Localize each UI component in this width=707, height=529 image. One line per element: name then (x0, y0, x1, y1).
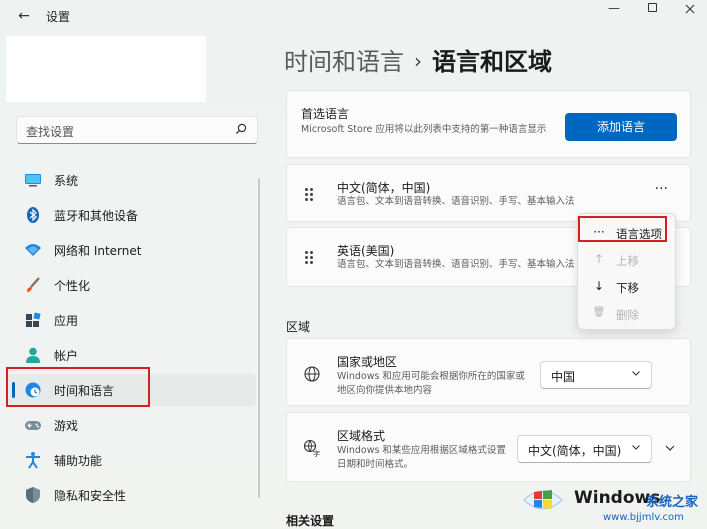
svg-text:字: 字 (313, 449, 320, 457)
sidebar-scrollbar[interactable] (258, 178, 260, 498)
profile-card[interactable] (6, 36, 206, 102)
expand-chevron-icon[interactable] (664, 443, 676, 453)
brush-icon (27, 277, 40, 292)
regional-format-dropdown-value: 中文(简体，中国) (528, 444, 622, 458)
regional-format-card[interactable]: 字 区域格式 Windows 和某些应用根据区域格式设置日期和时间格式。 中文(… (286, 412, 691, 482)
breadcrumb: 时间和语言 › 语言和区域 (284, 42, 552, 77)
region-section-label: 区域 (286, 320, 311, 334)
country-region-title: 国家或地区 (337, 355, 398, 369)
watermark: Windows 系统之家 www.bjjmlv.com (510, 474, 707, 529)
sidebar-item-apps[interactable]: 应用 (6, 304, 256, 336)
system-icon (25, 174, 41, 187)
regional-format-icon: 字 (303, 439, 320, 457)
country-region-description: Windows 和应用可能会根据你所在的国家或地区向你提供本地内容 (337, 371, 525, 396)
regional-format-description: Windows 和某些应用根据区域格式设置日期和时间格式。 (337, 445, 506, 470)
language-features: 语言包、文本到语音转换、语音识别、手写、基本输入法 (337, 196, 575, 207)
search-input[interactable]: 查找设置 (26, 123, 74, 140)
regional-format-dropdown[interactable]: 中文(简体，中国) (517, 435, 652, 463)
sidebar-item-label: 个性化 (54, 279, 91, 293)
sidebar-item-label: 系统 (54, 174, 79, 188)
drag-handle-icon[interactable] (305, 188, 313, 202)
language-name: 中文(简体，中国) (337, 181, 431, 195)
back-button[interactable]: ← (14, 6, 34, 26)
sidebar-item-label: 隐私和安全性 (54, 489, 127, 503)
watermark-brand-cn: 系统之家 (646, 495, 699, 510)
gamepad-icon (25, 421, 41, 430)
arrow-down-icon: ↓ (593, 279, 605, 293)
sidebar-item-label: 辅助功能 (54, 454, 103, 468)
bluetooth-icon (27, 207, 39, 223)
sidebar-item-accessibility[interactable]: 辅助功能 (6, 444, 256, 476)
person-icon (26, 347, 40, 363)
maximize-icon (647, 3, 657, 12)
sidebar-item-label: 应用 (54, 314, 79, 328)
watermark-url: www.bjjmlv.com (603, 512, 684, 523)
maximize-button[interactable] (632, 0, 672, 20)
breadcrumb-parent[interactable]: 时间和语言 (284, 48, 404, 76)
chevron-down-icon (632, 445, 640, 450)
accessibility-icon (26, 452, 40, 469)
country-dropdown[interactable]: 中国 (540, 361, 652, 389)
highlight-box-menu (578, 216, 667, 242)
arrow-up-icon: ↑ (593, 252, 605, 266)
sidebar-item-label: 网络和 Internet (54, 244, 142, 258)
apps-icon (26, 312, 41, 327)
sidebar-item-system[interactable]: 系统 (6, 164, 256, 196)
windows-logo-icon (523, 490, 563, 510)
chevron-down-icon (632, 371, 640, 376)
highlight-box-sidebar (6, 367, 150, 407)
shield-icon (26, 487, 40, 503)
close-icon (685, 4, 695, 14)
sidebar-item-personalization[interactable]: 个性化 (6, 269, 256, 301)
search-box[interactable]: 查找设置 (16, 116, 258, 144)
regional-format-title: 区域格式 (337, 429, 386, 443)
preferred-language-title: 首选语言 (301, 107, 350, 121)
add-language-button[interactable]: 添加语言 (565, 113, 677, 141)
search-icon[interactable] (234, 122, 248, 136)
menu-item-move-up[interactable]: ↑ 上移 (582, 247, 673, 273)
menu-item-label: 删除 (616, 308, 639, 322)
country-region-card: 国家或地区 Windows 和应用可能会根据你所在的国家或地区向你提供本地内容 … (286, 338, 691, 406)
sidebar-item-bluetooth[interactable]: 蓝牙和其他设备 (6, 199, 256, 231)
trash-icon: 🗑 (592, 307, 606, 318)
title-bar: ← 设置 — (0, 0, 707, 32)
sidebar-item-network[interactable]: 网络和 Internet (6, 234, 256, 266)
sidebar-item-privacy[interactable]: 隐私和安全性 (6, 479, 256, 511)
sidebar-item-gaming[interactable]: 游戏 (6, 409, 256, 441)
country-dropdown-value: 中国 (551, 370, 576, 384)
language-name: 英语(美国) (337, 244, 395, 258)
preferred-language-card: 首选语言 Microsoft Store 应用将以此列表中支持的第一种语言显示 … (286, 90, 691, 158)
globe-icon (304, 366, 320, 382)
breadcrumb-separator: › (414, 49, 422, 73)
menu-item-label: 下移 (616, 281, 639, 295)
sidebar-item-label: 蓝牙和其他设备 (54, 209, 139, 223)
menu-item-label: 上移 (616, 254, 639, 268)
close-button[interactable] (670, 0, 707, 20)
page-title: 语言和区域 (432, 48, 552, 76)
menu-item-move-down[interactable]: ↓ 下移 (582, 274, 673, 300)
sidebar-item-label: 游戏 (54, 419, 79, 433)
sidebar-item-label: 帐户 (54, 349, 79, 363)
wifi-icon (25, 244, 41, 256)
app-title: 设置 (46, 10, 71, 24)
related-settings-label: 相关设置 (286, 514, 335, 528)
minimize-button[interactable]: — (594, 0, 634, 20)
menu-item-remove[interactable]: 🗑 删除 (582, 301, 673, 327)
more-options-button[interactable]: ··· (655, 181, 668, 197)
preferred-language-description: Microsoft Store 应用将以此列表中支持的第一种语言显示 (301, 124, 547, 135)
language-features: 语言包、文本到语音转换、语音识别、手写、基本输入法 (337, 259, 575, 270)
drag-handle-icon[interactable] (305, 251, 313, 265)
